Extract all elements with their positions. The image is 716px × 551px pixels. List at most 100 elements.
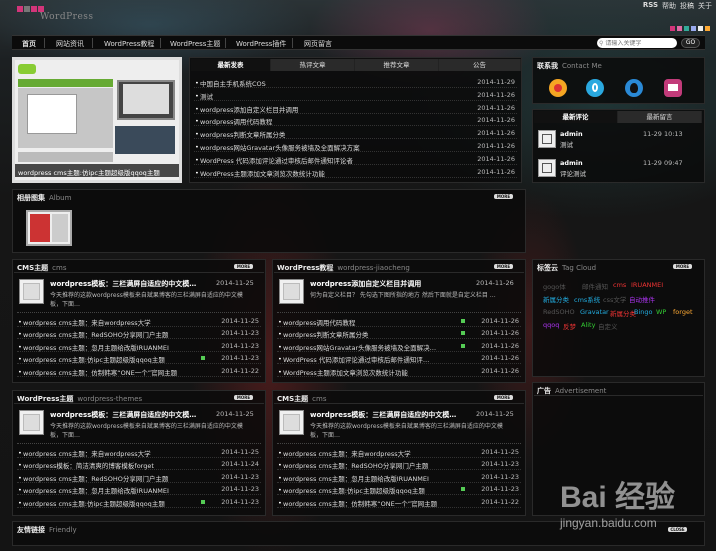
- tag-link[interactable]: Bingo: [634, 308, 653, 316]
- post-thumbnail[interactable]: [19, 410, 44, 435]
- color-swatch-4[interactable]: [698, 26, 703, 31]
- section-more-button[interactable]: MORE: [234, 395, 253, 400]
- tag-link[interactable]: gogo体: [543, 281, 566, 291]
- post-row[interactable]: • wordpress cms主题：忽月主题给改版IRUANMEI 2014-11-…: [13, 340, 265, 352]
- tag-link[interactable]: IRUANMEI: [631, 281, 663, 289]
- email-icon[interactable]: [664, 79, 682, 97]
- post-row[interactable]: • wordpress判断文章所属分类 2014-11-26: [273, 327, 525, 340]
- tag-link[interactable]: RedSOHO: [543, 308, 575, 316]
- latest-post-date: 2014-11-26: [477, 103, 515, 112]
- logo-text[interactable]: WordPress: [40, 12, 94, 22]
- post-row[interactable]: • wordpress cms主题：来自wordpress大学 2014-11-25: [273, 446, 525, 458]
- post-row[interactable]: • wordpress cms主题：仿制韩寒“ONE一个”官网主题 2014-11-…: [13, 365, 265, 377]
- latest-post-row[interactable]: • wordpress判断文章所属分类 2014-11-26: [190, 127, 521, 140]
- submit-link[interactable]: 投稿: [680, 1, 694, 11]
- post-date: 2014-11-23: [221, 329, 259, 338]
- search-button[interactable]: GO: [681, 38, 700, 48]
- tab-latest[interactable]: 最新发表: [191, 59, 271, 71]
- comment-author[interactable]: admin: [560, 130, 583, 138]
- post-row[interactable]: • wordpress调用代码教程 2014-11-26: [273, 315, 525, 327]
- post-row[interactable]: • wordpress cms主题：RedSOHO分享网门户主题 2014-11-2…: [13, 327, 265, 340]
- tab-latest-comments[interactable]: 最新评论: [534, 111, 618, 123]
- latest-post-row[interactable]: • wordpress调用代码教程 2014-11-26: [190, 114, 521, 127]
- post-date: 2014-11-25: [481, 448, 519, 456]
- post-row[interactable]: • wordpress网站Gravatar头像服务被墙及全面解决… 2014-11-…: [273, 340, 525, 352]
- color-swatch-5[interactable]: [705, 26, 710, 31]
- tag-link[interactable]: Gravatar: [580, 308, 609, 316]
- tag-link[interactable]: Ality: [581, 321, 595, 329]
- tab-notice[interactable]: 公告: [439, 59, 521, 71]
- section-more-button[interactable]: MORE: [494, 264, 513, 269]
- comment-author[interactable]: admin: [560, 159, 583, 167]
- nav-tutorial[interactable]: WordPress教程: [104, 39, 154, 49]
- color-swatch-2[interactable]: [684, 26, 689, 31]
- post-row[interactable]: • wordpress cms主题：来自wordpress大学 2014-11-25: [13, 315, 265, 327]
- help-link[interactable]: 帮助: [662, 1, 676, 11]
- tag-link[interactable]: css文学: [603, 294, 626, 304]
- post-thumbnail[interactable]: [19, 279, 44, 304]
- weibo-icon[interactable]: [549, 79, 567, 97]
- nav-home[interactable]: 首页: [22, 39, 36, 49]
- post-date: 2014-11-23: [221, 341, 259, 350]
- latest-post-row[interactable]: • 测试 2014-11-26: [190, 89, 521, 101]
- comment-item[interactable]: admin 11-29 10:13 测试: [538, 130, 698, 156]
- tab-recommended[interactable]: 推荐文章: [355, 59, 439, 71]
- site-header: WordPress RSS 帮助 投稿 关于: [0, 0, 716, 34]
- latest-post-row[interactable]: • WordPress主题添加文章浏览次数统计功能 2014-11-26: [190, 166, 521, 178]
- tag-link[interactable]: cms: [613, 281, 626, 289]
- post-row[interactable]: • wordpress cms主题：忽月主题给改版IRUANMEI 2014-11-…: [13, 483, 265, 496]
- nav-themes[interactable]: WordPress主题: [170, 39, 220, 49]
- featured-post-title[interactable]: wordpress添加自定义栏目并调用: [310, 279, 470, 289]
- post-thumbnail[interactable]: [279, 279, 304, 304]
- tag-link[interactable]: 自定义: [598, 321, 618, 331]
- tab-latest-messages[interactable]: 最新留言: [618, 111, 702, 123]
- latest-post-row[interactable]: • WordPress 代码添加评论通过审核后邮件通知评论者 2014-11-26: [190, 153, 521, 165]
- tag-link[interactable]: 反梦: [563, 321, 576, 331]
- latest-post-row[interactable]: • wordpress添加自定义栏目并调用 2014-11-26: [190, 102, 521, 114]
- featured-post-title[interactable]: wordpress模板：三栏满屏自适应的中文模…: [50, 410, 210, 420]
- about-link[interactable]: 关于: [698, 1, 712, 11]
- featured-post-title[interactable]: wordpress模板：三栏满屏自适应的中文模…: [50, 279, 210, 289]
- section-more-button[interactable]: MORE: [234, 264, 253, 269]
- color-swatch-3[interactable]: [691, 26, 696, 31]
- nav-guestbook[interactable]: 网页留言: [304, 39, 332, 49]
- latest-post-row[interactable]: • 中国自主手机系统COS 2014-11-29: [190, 76, 521, 88]
- rss-link[interactable]: RSS: [643, 1, 658, 11]
- post-row[interactable]: • wordpress模板：简洁清爽的博客模板forget 2014-11-24: [13, 458, 265, 471]
- tag-link[interactable]: forget: [673, 308, 693, 316]
- post-row[interactable]: • wordpress cms主题：仿制韩寒“ONE一个”官网主题 2014-11-…: [273, 496, 525, 508]
- post-thumbnail[interactable]: [279, 410, 304, 435]
- color-swatch-0[interactable]: [670, 26, 675, 31]
- post-row[interactable]: • wordpress cms主题:仿ipc主题超级版qqoq主题 2014-11-…: [13, 496, 265, 508]
- post-row[interactable]: • wordpress cms主题：RedSOHO分享网门户主题 2014-11-2…: [13, 471, 265, 483]
- post-row[interactable]: • wordpress cms主题：来自wordpress大学 2014-11-25: [13, 446, 265, 458]
- tab-hot[interactable]: 热评文章: [271, 59, 355, 71]
- slider-caption[interactable]: wordpress cms主题:仿ipc主题超级版qqoq主题: [15, 164, 179, 177]
- comment-item[interactable]: admin 11-29 09:47 评论测试: [538, 159, 698, 185]
- latest-post-row[interactable]: • wordpress网站Gravatar头像服务被墙及全面解决方案 2014-11…: [190, 140, 521, 152]
- qq-icon[interactable]: [625, 79, 643, 97]
- post-row[interactable]: • WordPress主题添加文章浏览次数统计功能 2014-11-26: [273, 365, 525, 377]
- tencent-weibo-icon[interactable]: [586, 79, 604, 97]
- featured-post-title[interactable]: wordpress模板：三栏满屏自适应的中文模…: [310, 410, 470, 420]
- tag-link[interactable]: WP: [656, 308, 666, 316]
- post-row[interactable]: • wordpress cms主题：RedSOHO分享网门户主题 2014-11-2…: [273, 458, 525, 471]
- post-row[interactable]: • WordPress 代码添加评论通过审核后邮件通知评… 2014-11-26: [273, 352, 525, 365]
- tag-link[interactable]: 邮件通知: [582, 281, 608, 291]
- tag-link[interactable]: 自动推件: [629, 294, 655, 304]
- tag-link[interactable]: cms系统: [574, 294, 600, 304]
- nav-news[interactable]: 网站资讯: [56, 39, 84, 49]
- tag-link[interactable]: qqoq: [543, 321, 559, 329]
- nav-plugins[interactable]: WordPress插件: [236, 39, 286, 49]
- tag-link[interactable]: 新属分类: [543, 294, 569, 304]
- post-row[interactable]: • wordpress cms主题:仿ipc主题超级版qqoq主题 2014-11-…: [273, 483, 525, 496]
- color-swatch-1[interactable]: [677, 26, 682, 31]
- search-input[interactable]: [605, 39, 672, 47]
- section-more-button[interactable]: MORE: [494, 395, 513, 400]
- album-more-button[interactable]: MORE: [494, 194, 513, 199]
- album-thumbnail[interactable]: [26, 210, 72, 246]
- post-row[interactable]: • wordpress cms主题:仿ipc主题超级版qqoq主题 2014-11-…: [13, 352, 265, 365]
- featured-slider[interactable]: wordpress cms主题:仿ipc主题超级版qqoq主题: [12, 57, 182, 183]
- tag-link[interactable]: 新属分类: [610, 308, 636, 318]
- post-row[interactable]: • wordpress cms主题：忽月主题给改版IRUANMEI 2014-11-…: [273, 471, 525, 483]
